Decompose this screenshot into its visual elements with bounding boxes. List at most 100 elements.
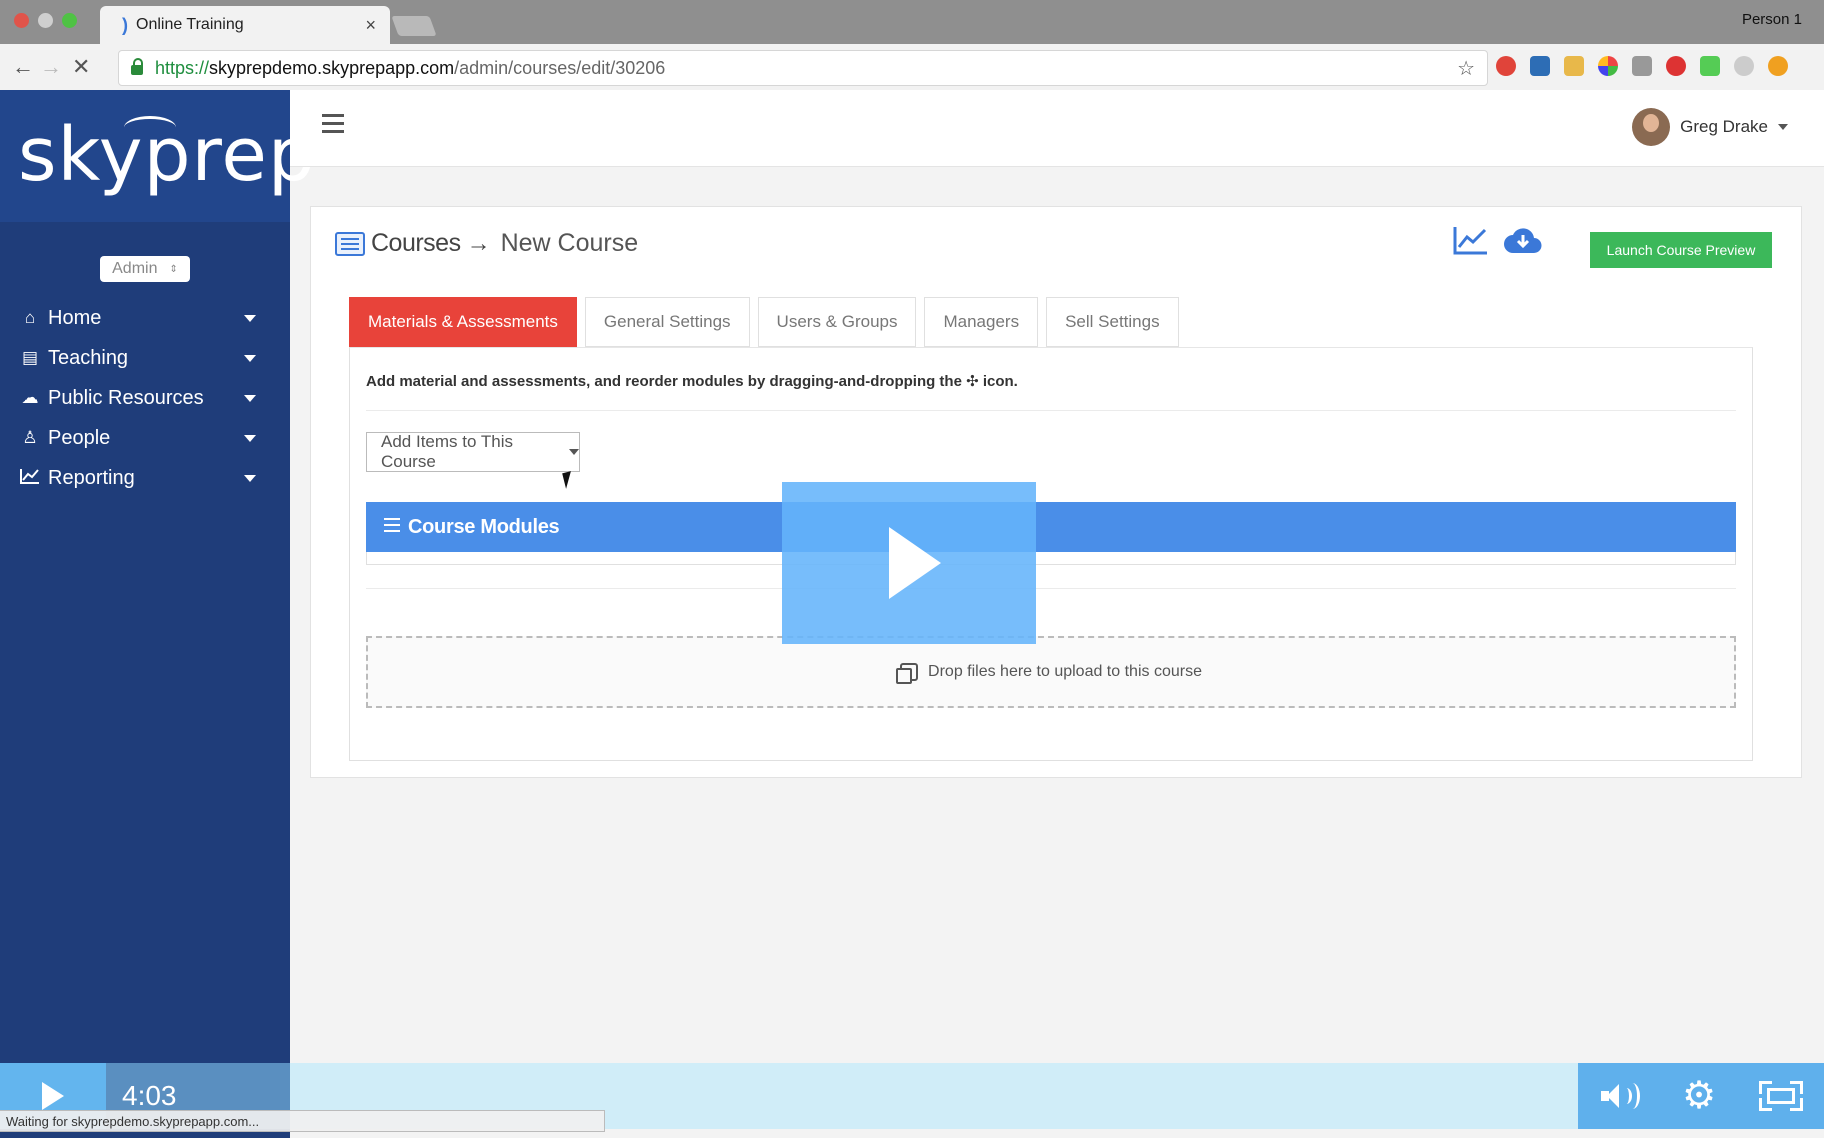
play-icon bbox=[889, 527, 941, 599]
back-arrow-icon[interactable]: ← bbox=[12, 54, 34, 80]
list-icon bbox=[335, 231, 365, 256]
copy-files-icon bbox=[896, 663, 919, 684]
forward-arrow-icon[interactable]: → bbox=[40, 54, 62, 80]
sidebar-item-reporting[interactable]: Reporting bbox=[0, 458, 290, 498]
tab-sell-settings[interactable]: Sell Settings bbox=[1046, 297, 1179, 347]
close-tab-icon[interactable]: × bbox=[365, 15, 376, 36]
browser-window: ) Online Training × Person 1 ← → ✕ https… bbox=[0, 0, 1824, 1138]
tab-users-groups[interactable]: Users & Groups bbox=[757, 297, 917, 347]
caret-down-icon bbox=[244, 435, 256, 442]
sidebar-item-label: Reporting bbox=[48, 466, 135, 489]
sidebar-menu: ⌂ Home ▤ Teaching ☁ Public Resources ♙ P… bbox=[0, 298, 290, 498]
maximize-window-button[interactable] bbox=[62, 13, 77, 28]
volume-icon[interactable] bbox=[1599, 1081, 1641, 1111]
divider bbox=[366, 588, 1736, 589]
window-controls bbox=[14, 13, 77, 28]
extension-icon[interactable] bbox=[1768, 56, 1788, 76]
file-drop-zone[interactable]: Drop files here to upload to this course bbox=[366, 636, 1736, 708]
browser-status-bar: Waiting for skyprepdemo.skyprepapp.com..… bbox=[0, 1110, 605, 1132]
extension-icon[interactable] bbox=[1530, 56, 1550, 76]
divider bbox=[366, 410, 1736, 411]
course-tabs: Materials & Assessments General Settings… bbox=[349, 297, 1187, 347]
address-bar[interactable]: https://skyprepdemo.skyprepapp.com/admin… bbox=[118, 50, 1488, 86]
tab-managers[interactable]: Managers bbox=[924, 297, 1039, 347]
logo-area: skyprep bbox=[0, 90, 315, 222]
extension-icon[interactable] bbox=[1700, 56, 1720, 76]
video-play-button[interactable] bbox=[782, 482, 1036, 644]
browser-tab-title: Online Training bbox=[136, 16, 244, 33]
sidebar-item-label: Teaching bbox=[48, 346, 129, 369]
new-tab-button[interactable] bbox=[391, 16, 437, 36]
course-modules: Course Modules bbox=[366, 502, 1736, 565]
stop-loading-icon[interactable]: ✕ bbox=[72, 54, 90, 80]
secure-lock-icon bbox=[131, 58, 143, 75]
caret-down-icon bbox=[244, 355, 256, 362]
user-name: Greg Drake bbox=[1680, 117, 1768, 136]
logo[interactable]: skyprep bbox=[18, 112, 316, 198]
extension-icon[interactable] bbox=[1734, 56, 1754, 76]
home-icon: ⌂ bbox=[24, 308, 36, 327]
close-window-button[interactable] bbox=[14, 13, 29, 28]
sidebar-item-public-resources[interactable]: ☁ Public Resources bbox=[0, 378, 290, 418]
minimize-window-button[interactable] bbox=[38, 13, 53, 28]
course-modules-list bbox=[366, 552, 1736, 565]
tab-general-settings[interactable]: General Settings bbox=[584, 297, 750, 347]
sidebar: skyprep Admin ⇕ ⌂ Home ▤ Teaching ☁ Publ… bbox=[0, 90, 315, 1138]
line-chart-icon bbox=[18, 468, 42, 489]
add-items-dropdown[interactable]: Add Items to This Course bbox=[366, 432, 580, 472]
player-controls-right: ⚙ bbox=[1578, 1063, 1824, 1129]
browser-toolbar: ← → ✕ https://skyprepdemo.skyprepapp.com… bbox=[0, 44, 1824, 91]
caret-down-icon bbox=[244, 395, 256, 402]
url-text: https://skyprepdemo.skyprepapp.com/admin… bbox=[155, 57, 666, 78]
course-modules-header: Course Modules bbox=[366, 502, 1736, 552]
fullscreen-icon[interactable] bbox=[1758, 1081, 1803, 1111]
loading-spinner-icon: ) bbox=[122, 14, 128, 35]
launch-course-preview-button[interactable]: Launch Course Preview bbox=[1590, 232, 1772, 268]
role-select[interactable]: Admin ⇕ bbox=[100, 256, 190, 282]
analytics-chart-icon[interactable] bbox=[1453, 225, 1489, 260]
top-bar: Greg Drake bbox=[290, 90, 1824, 167]
caret-down-icon bbox=[1778, 124, 1788, 130]
course-card: Courses → New Course Materials & Assessm… bbox=[310, 206, 1802, 778]
extension-icon[interactable] bbox=[1564, 56, 1584, 76]
sidebar-item-label: Public Resources bbox=[48, 386, 204, 409]
extension-icon[interactable] bbox=[1666, 56, 1686, 76]
browser-tab-strip: ) Online Training × Person 1 bbox=[0, 0, 1824, 44]
course-modules-title: Course Modules bbox=[408, 515, 560, 538]
bookmark-star-icon[interactable]: ☆ bbox=[1457, 56, 1475, 81]
extension-icon[interactable] bbox=[1598, 56, 1618, 76]
hamburger-menu-icon[interactable] bbox=[322, 114, 344, 138]
page-title: New Course bbox=[500, 229, 639, 257]
add-items-label: Add Items to This Course bbox=[381, 432, 513, 471]
caret-down-icon bbox=[569, 449, 579, 455]
sidebar-item-label: People bbox=[48, 426, 111, 449]
list-bars-icon bbox=[384, 518, 400, 536]
user-menu[interactable]: Greg Drake bbox=[1632, 108, 1788, 146]
arrow-right-icon: → bbox=[466, 229, 491, 257]
help-text: Add material and assessments, and reorde… bbox=[366, 373, 1018, 390]
cloud-icon: ☁ bbox=[21, 388, 39, 407]
sidebar-item-teaching[interactable]: ▤ Teaching bbox=[0, 338, 290, 378]
extension-icon[interactable] bbox=[1632, 56, 1652, 76]
extension-icons bbox=[1496, 56, 1788, 76]
tab-materials-assessments[interactable]: Materials & Assessments bbox=[349, 297, 577, 347]
drop-zone-text: Drop files here to upload to this course bbox=[928, 663, 1202, 680]
sidebar-item-people[interactable]: ♙ People bbox=[0, 418, 290, 458]
book-icon: ▤ bbox=[21, 348, 39, 367]
breadcrumb-courses[interactable]: Courses bbox=[371, 229, 461, 258]
person-icon: ♙ bbox=[22, 428, 38, 447]
extension-icon[interactable] bbox=[1496, 56, 1516, 76]
play-icon bbox=[42, 1082, 64, 1110]
cloud-download-icon[interactable] bbox=[1503, 225, 1543, 260]
settings-gear-icon[interactable]: ⚙ bbox=[1682, 1077, 1716, 1115]
caret-down-icon bbox=[244, 315, 256, 322]
sidebar-item-label: Home bbox=[48, 306, 102, 329]
materials-panel: Add material and assessments, and reorde… bbox=[349, 347, 1753, 761]
breadcrumb: Courses → New Course bbox=[335, 229, 638, 258]
avatar bbox=[1632, 108, 1671, 146]
sidebar-item-home[interactable]: ⌂ Home bbox=[0, 298, 290, 338]
browser-tab[interactable]: ) Online Training × bbox=[100, 6, 390, 44]
caret-down-icon bbox=[244, 475, 256, 482]
select-arrows-icon: ⇕ bbox=[169, 263, 178, 275]
profile-name[interactable]: Person 1 bbox=[1742, 11, 1802, 28]
